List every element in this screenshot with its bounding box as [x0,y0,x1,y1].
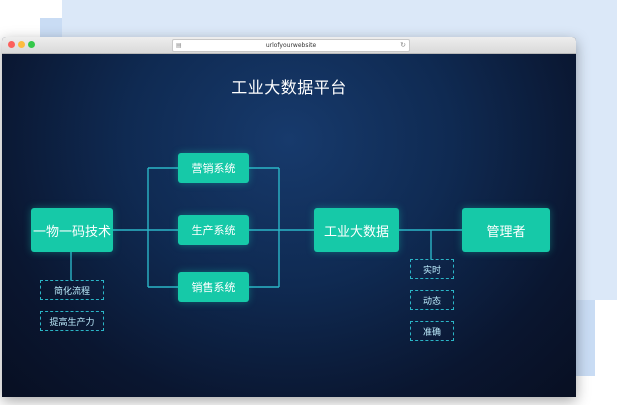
browser-window: ▤ urlofyourwebsite ↻ 工业大数据平台 一物一码技术 营销系统… [2,37,576,397]
close-window-button[interactable] [8,41,15,48]
address-bar[interactable]: ▤ urlofyourwebsite ↻ [172,39,410,52]
browser-titlebar: ▤ urlofyourwebsite ↻ [2,37,576,54]
node-production-system: 生产系统 [178,215,249,245]
minimize-window-button[interactable] [18,41,25,48]
node-distribution-system: 销售系统 [178,272,249,302]
tag-accurate: 准确 [410,321,454,341]
maximize-window-button[interactable] [28,41,35,48]
address-bar-url: urlofyourwebsite [265,42,317,49]
tag-dynamic: 动态 [410,290,454,310]
node-manager: 管理者 [462,208,550,252]
tag-simplify-process: 简化流程 [40,280,104,300]
tag-increase-productivity: 提高生产力 [40,311,104,331]
node-source: 一物一码技术 [31,208,113,252]
reload-icon[interactable]: ↻ [400,40,406,51]
diagram-canvas: 工业大数据平台 一物一码技术 营销系统 生产系统 销售系统 工业大数据 管理者 … [2,54,576,397]
node-sales-system: 营销系统 [178,153,249,183]
page-icon: ▤ [176,42,182,49]
node-big-data: 工业大数据 [314,208,399,252]
tag-realtime: 实时 [410,259,454,279]
